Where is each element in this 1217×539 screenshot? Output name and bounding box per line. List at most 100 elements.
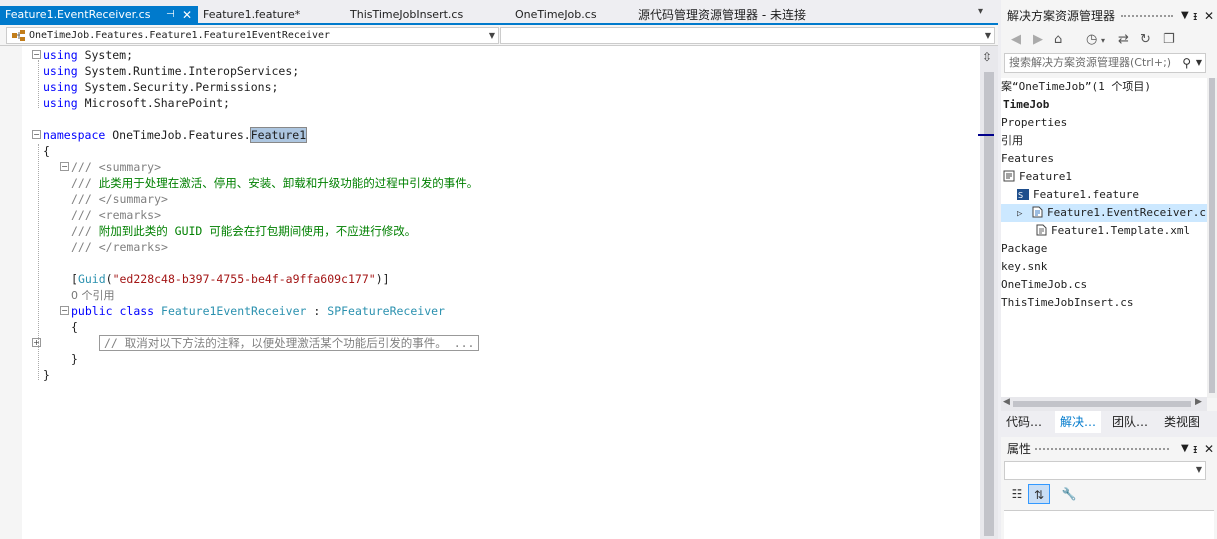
panel-title: 属性 [1007, 442, 1032, 456]
back-icon[interactable]: ◀ [1011, 32, 1021, 47]
collapse-doc-comment-icon[interactable]: − [60, 162, 69, 171]
categorized-icon[interactable]: ☷ [1006, 484, 1028, 504]
panel-menu-dropdown-icon[interactable]: ▼ [1181, 5, 1189, 27]
search-icon[interactable]: ⚲ [1182, 54, 1191, 72]
collapsed-region[interactable]: // 取消对以下方法的注释，以便处理激活某个功能后引发的事件。 ... [99, 335, 480, 351]
code-line: { [43, 144, 50, 158]
tree-horizontal-scrollbar[interactable]: ◀ ▶ [1001, 397, 1207, 411]
xml-file-icon [1036, 224, 1047, 236]
solution-explorer-title-bar: 解决方案资源管理器 ▼ ᵻ ✕ [1001, 5, 1217, 27]
forward-icon[interactable]: ▶ [1033, 32, 1043, 47]
code-line: { [71, 320, 78, 334]
tree-item-features[interactable]: Features [1001, 150, 1054, 168]
code-line: /// 附加到此类的 GUID 可能会在打包期间使用，不应进行修改。 [71, 224, 417, 238]
tree-item-references[interactable]: 引用 [1001, 132, 1023, 150]
chevron-down-icon[interactable]: ▼ [1196, 54, 1202, 72]
panel-menu-dropdown-icon[interactable]: ▼ [1181, 438, 1189, 460]
navigation-bar: OneTimeJob.Features.Feature1.Feature1Eve… [0, 25, 998, 46]
code-line: using System.Runtime.InteropServices; [43, 64, 300, 78]
scroll-right-icon[interactable]: ▶ [1195, 397, 1202, 407]
properties-grid[interactable] [1004, 510, 1214, 539]
solution-tree[interactable]: 案“OneTimeJob”(1 个项目) TimeJob Properties … [1001, 78, 1207, 398]
tab-team-explorer[interactable]: 团队… [1107, 411, 1153, 433]
document-tab-strip: Feature1.EventReceiver.cs ⊣ ✕ Feature1.f… [0, 0, 998, 24]
chevron-down-icon: ▼ [488, 31, 495, 40]
code-line: /// <summary> [71, 160, 162, 174]
panel-grip [1035, 448, 1169, 452]
expand-arrow-icon[interactable]: ▷ [1017, 205, 1031, 223]
feature-icon [1003, 170, 1015, 182]
panel-tab-strip: 代码… 解决… 团队… 类视图 [1001, 411, 1217, 433]
tab-source-control-explorer[interactable]: 源代码管理资源管理器 - 未连接 [633, 6, 833, 24]
tree-item-feature1-feature[interactable]: S Feature1.feature [1017, 186, 1139, 204]
collapse-using-icon[interactable]: − [32, 50, 41, 59]
tree-item-onetimejob-cs[interactable]: OneTimeJob.cs [1001, 276, 1087, 294]
code-editor[interactable]: − − − − + using System; using System.Run… [0, 46, 998, 539]
refresh-icon[interactable]: ↻ [1140, 32, 1151, 47]
class-icon [12, 30, 25, 41]
solution-search-input[interactable]: 搜索解决方案资源管理器(Ctrl+;) ⚲ ▼ [1004, 53, 1206, 73]
code-line: /// </remarks> [71, 240, 168, 254]
scroll-thumb[interactable] [1209, 78, 1215, 393]
home-icon[interactable]: ⌂ [1054, 32, 1062, 47]
expand-region-icon[interactable]: + [32, 338, 41, 347]
sync-icon[interactable]: ⇄ [1118, 32, 1129, 47]
tab-overflow-dropdown-icon[interactable]: ▾ [978, 6, 983, 17]
chevron-down-icon[interactable]: ▾ [1101, 36, 1105, 45]
editor-gutter [0, 46, 22, 539]
tree-item-feature1-eventreceiver[interactable]: ▷ Feature1.EventReceiver.cs [1001, 204, 1207, 222]
tab-label: Feature1.EventReceiver.cs [5, 8, 151, 21]
tree-item-key-snk[interactable]: key.snk [1001, 258, 1047, 276]
tree-item-feature1[interactable]: Feature1 [1003, 168, 1072, 186]
code-line: namespace OneTimeJob.Features.Feature1 [43, 127, 308, 143]
collapse-namespace-icon[interactable]: − [32, 130, 41, 139]
panel-grip [1121, 15, 1173, 19]
pin-icon[interactable]: ᵻ [1193, 438, 1197, 460]
reference-count-codelens[interactable]: 0 个引用 [71, 287, 115, 303]
properties-object-dropdown[interactable]: ▼ [1004, 461, 1206, 480]
alphabetical-sort-icon[interactable]: ⇅ [1028, 484, 1050, 504]
tree-item-package[interactable]: Package [1001, 240, 1047, 258]
tree-item-project[interactable]: TimeJob [1003, 96, 1049, 114]
member-dropdown[interactable]: ▼ [500, 27, 995, 44]
scroll-thumb[interactable] [1013, 401, 1191, 407]
type-dropdown[interactable]: OneTimeJob.Features.Feature1.Feature1Eve… [6, 27, 499, 44]
editor-vertical-scrollbar[interactable]: ⇳ [978, 46, 998, 539]
selected-text: Feature1 [249, 127, 308, 143]
sharepoint-feature-icon: S [1017, 189, 1029, 200]
split-window-icon[interactable]: ⇳ [982, 50, 992, 64]
tab-feature1-eventreceiver[interactable]: Feature1.EventReceiver.cs ⊣ ✕ [0, 6, 198, 24]
scroll-left-icon[interactable]: ◀ [1003, 397, 1010, 407]
tab-onetimejob[interactable]: OneTimeJob.cs [510, 6, 630, 24]
code-line: using Microsoft.SharePoint; [43, 96, 230, 110]
close-icon[interactable]: ✕ [182, 6, 192, 24]
pin-icon[interactable]: ⊣ [166, 6, 175, 24]
tree-item-properties[interactable]: Properties [1001, 114, 1067, 132]
tree-vertical-scrollbar[interactable] [1207, 78, 1217, 398]
collapse-all-icon[interactable]: ❐ [1163, 32, 1175, 47]
csharp-file-icon [1032, 206, 1043, 218]
tab-solution-explorer[interactable]: 解决… [1055, 411, 1102, 433]
tree-item-solution[interactable]: 案“OneTimeJob”(1 个项目) [1001, 78, 1151, 96]
close-icon[interactable]: ✕ [1204, 5, 1214, 27]
pin-icon[interactable]: ᵻ [1193, 5, 1197, 27]
indent-guide [38, 60, 39, 108]
close-icon[interactable]: ✕ [1204, 438, 1214, 460]
collapse-class-icon[interactable]: − [60, 306, 69, 315]
property-pages-icon[interactable]: 🔧 [1058, 484, 1080, 504]
scroll-thumb[interactable] [984, 72, 994, 536]
tab-code-definition[interactable]: 代码… [1001, 411, 1047, 433]
tree-item-thistimejobinsert-cs[interactable]: ThisTimeJobInsert.cs [1001, 294, 1133, 312]
tab-feature1-feature[interactable]: Feature1.feature* [198, 6, 338, 24]
pending-changes-filter-icon[interactable]: ◷ [1086, 32, 1097, 47]
tree-item-feature1-template[interactable]: Feature1.Template.xml [1035, 222, 1190, 240]
tab-label: Feature1.feature* [203, 8, 301, 21]
tab-thistimejobinsert[interactable]: ThisTimeJobInsert.cs [345, 6, 505, 24]
code-line: using System.Security.Permissions; [43, 80, 279, 94]
code-line: [Guid("ed228c48-b397-4755-be4f-a9ffa609c… [71, 272, 390, 286]
panel-title: 解决方案资源管理器 [1007, 9, 1116, 23]
code-line: } [43, 368, 50, 382]
tab-class-view[interactable]: 类视图 [1159, 411, 1205, 433]
chevron-down-icon: ▼ [984, 31, 991, 40]
properties-title-bar: 属性 ▼ ᵻ ✕ [1001, 438, 1217, 460]
